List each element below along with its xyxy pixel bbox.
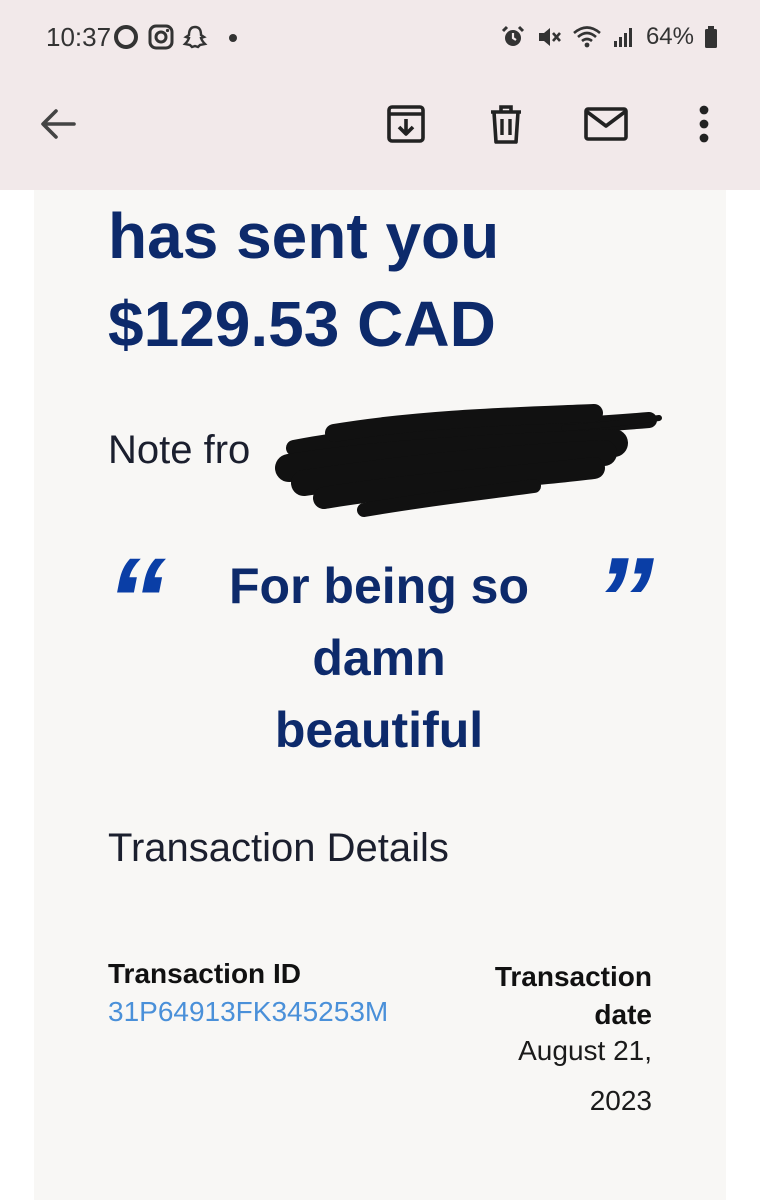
note-message: For being so damn beautiful [194,550,564,766]
transaction-details-title: Transaction Details [108,826,449,870]
payment-amount: $129.53 CAD [108,288,496,360]
more-options-button[interactable] [674,94,734,154]
open-quote-mark: “ [106,533,166,667]
status-icons-right: 64% [500,20,718,54]
redaction-scribble [275,404,662,517]
transaction-date-value: August 21, 2023 [452,1032,652,1132]
status-time: 10:37 [46,22,112,52]
archive-icon [387,105,425,143]
transaction-date-value-line-1: August 21, [518,1035,652,1066]
note-from-label: Note fro [108,428,251,472]
app-bar [0,76,760,190]
note-line-3: beautiful [274,702,484,758]
archive-button[interactable] [376,94,436,154]
transaction-date-label: Transaction date [452,958,652,1034]
instagram-icon [148,24,174,50]
transaction-id-link[interactable]: 31P64913FK345253M [108,996,388,1028]
mute-icon [538,28,561,46]
battery-icon [705,26,717,48]
note-line-2: damn [312,630,446,686]
arrow-left-icon [41,109,76,139]
close-quote-mark: ” [594,533,654,667]
email-body: has sent you $129.53 CAD Note fro “ For … [34,190,726,1200]
delete-button[interactable] [476,94,536,154]
email-screen: 10:37 64% has sent you $129.53 CAD Note … [0,0,760,1200]
payment-headline: has sent you $129.53 CAD [108,192,708,368]
wifi-icon [573,26,601,48]
mark-unread-button[interactable] [576,94,636,154]
transaction-date-label-line-1: Transaction [494,961,652,992]
mail-icon [584,107,628,141]
transaction-date-label-line-2: date [594,999,652,1030]
alarm-icon [501,25,525,46]
more-dot-icon [229,34,237,42]
back-button[interactable] [28,94,88,154]
battery-percent: 64% [645,23,694,50]
circle-notification-icon [114,25,138,49]
status-bar: 10:37 64% [0,0,760,76]
more-vert-icon [699,105,709,143]
note-line-1: For being so [229,558,529,614]
signal-icon [613,28,632,47]
headline-line-1: has sent you [108,200,500,272]
status-icons-left [112,20,242,54]
snapchat-icon [182,25,208,49]
transaction-date-value-line-2: 2023 [589,1085,652,1116]
transaction-id-label: Transaction ID [108,958,301,989]
delete-icon [491,105,521,144]
